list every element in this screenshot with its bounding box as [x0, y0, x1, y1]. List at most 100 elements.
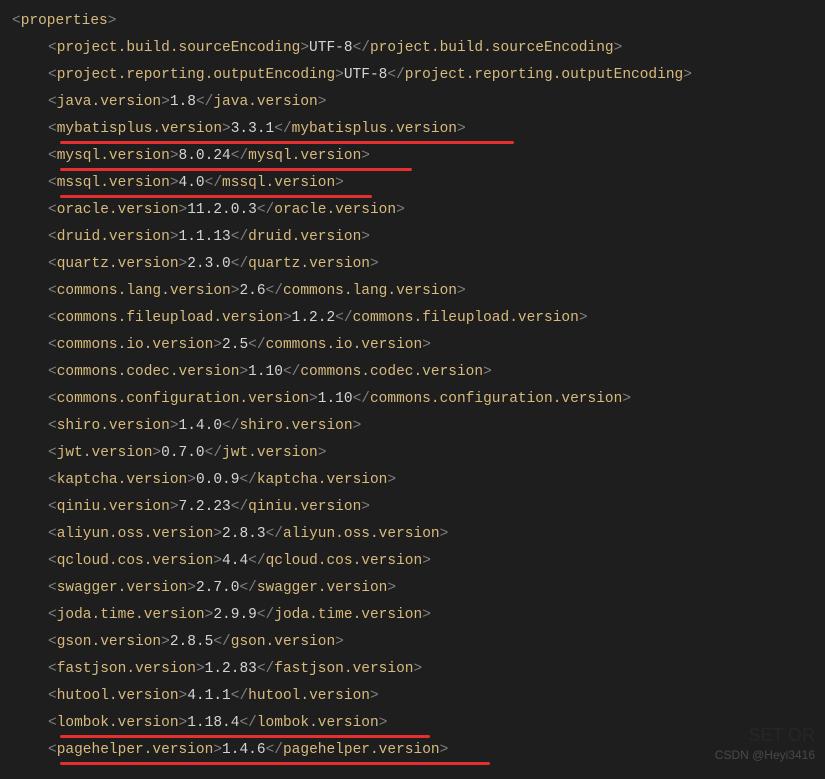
- property-value: 1.2.83: [205, 661, 257, 677]
- bracket: <: [48, 445, 57, 461]
- close-tag-name: jwt.version: [222, 445, 318, 461]
- open-tag-name: quartz.version: [57, 256, 179, 272]
- property-value: 1.2.2: [292, 310, 336, 326]
- property-value: 3.3.1: [231, 121, 275, 137]
- bracket: >: [440, 526, 449, 542]
- open-tag-name: kaptcha.version: [57, 472, 188, 488]
- bracket: <: [48, 499, 57, 515]
- close-tag-name: commons.codec.version: [300, 364, 483, 380]
- bracket: >: [213, 742, 222, 758]
- bracket: >: [239, 364, 248, 380]
- bracket: >: [152, 445, 161, 461]
- bracket: >: [213, 337, 222, 353]
- open-tag-name: qiniu.version: [57, 499, 170, 515]
- property-value: 2.9.9: [213, 607, 257, 623]
- open-tag-name: mysql.version: [57, 148, 170, 164]
- property-line: <quartz.version>2.3.0</quartz.version>: [48, 251, 825, 278]
- bracket: >: [335, 175, 344, 191]
- property-value: 2.8.3: [222, 526, 266, 542]
- property-line: <commons.lang.version>2.6</commons.lang.…: [48, 278, 825, 305]
- bracket: >: [422, 553, 431, 569]
- bracket: <: [48, 256, 57, 272]
- close-tag-name: project.reporting.outputEncoding: [405, 67, 683, 83]
- bracket: <: [48, 580, 57, 596]
- bracket: >: [683, 67, 692, 83]
- bracket: >: [213, 526, 222, 542]
- bracket: >: [179, 688, 188, 704]
- bracket: >: [179, 715, 188, 731]
- property-line: <commons.io.version>2.5</commons.io.vers…: [48, 332, 825, 359]
- bracket: >: [353, 418, 362, 434]
- bracket: >: [300, 40, 309, 56]
- red-underline-annotation: [60, 168, 412, 171]
- bracket: >: [414, 661, 423, 677]
- bracket: <: [48, 40, 57, 56]
- property-value: 2.3.0: [187, 256, 231, 272]
- property-line: <mybatisplus.version>3.3.1</mybatisplus.…: [48, 116, 825, 143]
- bracket: >: [161, 94, 170, 110]
- property-value: 2.8.5: [170, 634, 214, 650]
- property-value: 4.0: [179, 175, 205, 191]
- property-value: 2.5: [222, 337, 248, 353]
- bracket: <: [48, 202, 57, 218]
- open-tag-name: project.reporting.outputEncoding: [57, 67, 335, 83]
- bracket: <: [48, 94, 57, 110]
- bracket: >: [370, 256, 379, 272]
- close-tag-name: commons.lang.version: [283, 283, 457, 299]
- property-line: <oracle.version>11.2.0.3</oracle.version…: [48, 197, 825, 224]
- close-tag-name: oracle.version: [274, 202, 396, 218]
- bracket: </: [248, 553, 265, 569]
- open-tag-name: qcloud.cos.version: [57, 553, 214, 569]
- property-value: 1.18.4: [187, 715, 239, 731]
- open-tag-name: lombok.version: [57, 715, 179, 731]
- property-line: <mysql.version>8.0.24</mysql.version>: [48, 143, 825, 170]
- close-tag-name: hutool.version: [248, 688, 370, 704]
- bracket: <: [48, 337, 57, 353]
- bracket: >: [457, 283, 466, 299]
- bracket: </: [248, 337, 265, 353]
- bracket: >: [170, 499, 179, 515]
- bracket: >: [422, 337, 431, 353]
- property-line: <commons.fileupload.version>1.2.2</commo…: [48, 305, 825, 332]
- open-tag-name: joda.time.version: [57, 607, 205, 623]
- bracket: <: [48, 310, 57, 326]
- property-line: <joda.time.version>2.9.9</joda.time.vers…: [48, 602, 825, 629]
- property-value: UTF-8: [344, 67, 388, 83]
- open-tag-name: aliyun.oss.version: [57, 526, 214, 542]
- open-tag-name: swagger.version: [57, 580, 188, 596]
- open-tag-name: commons.configuration.version: [57, 391, 309, 407]
- open-tag-name: jwt.version: [57, 445, 153, 461]
- bracket: <: [48, 715, 57, 731]
- bracket: >: [387, 580, 396, 596]
- bracket: </: [231, 688, 248, 704]
- open-tag-name: hutool.version: [57, 688, 179, 704]
- property-value: 2.6: [239, 283, 265, 299]
- bracket: >: [179, 202, 188, 218]
- property-line: <qiniu.version>7.2.23</qiniu.version>: [48, 494, 825, 521]
- open-tag-name: commons.io.version: [57, 337, 214, 353]
- bracket: >: [335, 67, 344, 83]
- property-value: 0.7.0: [161, 445, 205, 461]
- root-tag-name: properties: [21, 13, 108, 29]
- open-tag-name: mybatisplus.version: [57, 121, 222, 137]
- bracket: >: [222, 121, 231, 137]
- property-line: <druid.version>1.1.13</druid.version>: [48, 224, 825, 251]
- bracket: >: [187, 580, 196, 596]
- bracket: </: [266, 283, 283, 299]
- open-tag-name: shiro.version: [57, 418, 170, 434]
- close-tag-name: druid.version: [248, 229, 361, 245]
- close-tag-name: swagger.version: [257, 580, 388, 596]
- bracket: <: [48, 661, 57, 677]
- bracket: <: [48, 472, 57, 488]
- bracket: </: [239, 715, 256, 731]
- bracket: >: [614, 40, 623, 56]
- bracket: >: [361, 148, 370, 164]
- close-tag-name: qiniu.version: [248, 499, 361, 515]
- bracket: >: [335, 634, 344, 650]
- bracket: </: [266, 526, 283, 542]
- bracket: >: [318, 94, 327, 110]
- bracket: </: [239, 472, 256, 488]
- property-line: <kaptcha.version>0.0.9</kaptcha.version>: [48, 467, 825, 494]
- root-open-tag: <properties>: [12, 8, 825, 35]
- property-line: <shiro.version>1.4.0</shiro.version>: [48, 413, 825, 440]
